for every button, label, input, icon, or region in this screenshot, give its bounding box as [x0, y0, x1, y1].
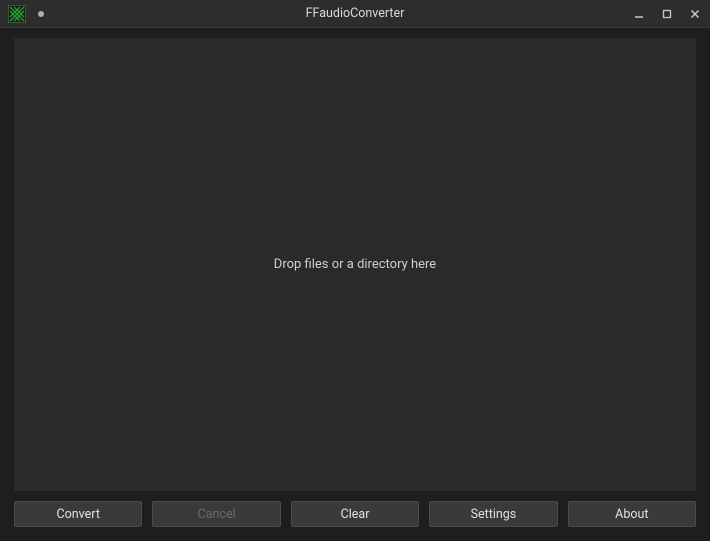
close-icon[interactable]	[688, 7, 702, 21]
drop-hint-text: Drop files or a directory here	[274, 257, 436, 272]
settings-button[interactable]: Settings	[429, 501, 557, 527]
titlebar-left	[8, 5, 44, 23]
minimize-icon[interactable]	[632, 7, 646, 21]
content-wrapper: Drop files or a directory here Convert C…	[0, 28, 710, 541]
titlebar: FFaudioConverter	[0, 0, 710, 28]
maximize-icon[interactable]	[660, 7, 674, 21]
modified-indicator-icon	[38, 11, 44, 17]
clear-button[interactable]: Clear	[291, 501, 419, 527]
cancel-button: Cancel	[152, 501, 280, 527]
window-title: FFaudioConverter	[306, 6, 405, 21]
drop-area[interactable]: Drop files or a directory here	[14, 38, 696, 491]
button-bar: Convert Cancel Clear Settings About	[14, 501, 696, 527]
convert-button[interactable]: Convert	[14, 501, 142, 527]
about-button[interactable]: About	[568, 501, 696, 527]
window-controls	[632, 7, 702, 21]
app-icon	[8, 5, 26, 23]
